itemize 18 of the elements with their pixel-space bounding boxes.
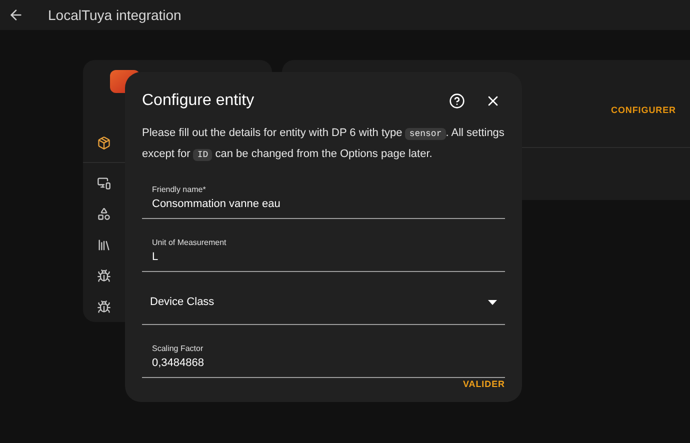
shapes-icon[interactable] [97,206,111,220]
page-title: LocalTuya integration [48,6,182,25]
dropdown-caret-icon [488,300,497,305]
books-icon[interactable] [97,238,111,252]
bug-icon[interactable] [97,268,111,282]
text-field[interactable]: Friendly name* Consommation vanne eau [142,175,505,219]
dialog-description: Please fill out the details for entity with DP 6 with type sensor . All settings except for ID can be changed from the Options page later. [142,126,505,163]
devices-icon[interactable] [97,176,111,190]
device-class-select[interactable]: Device Class [142,281,505,325]
text-field[interactable]: Scaling Factor 0,3484868 [142,334,505,378]
bug-icon[interactable] [97,300,111,314]
package-icon[interactable] [97,136,111,150]
submit-button[interactable]: VALIDER [463,378,505,392]
help-icon[interactable] [449,93,465,109]
dialog-title: Configure entity [142,91,254,111]
back-icon[interactable] [8,7,24,23]
configure-button[interactable]: CONFIGURER [611,104,676,117]
text-field[interactable]: Unit of Measurement L [142,228,505,272]
